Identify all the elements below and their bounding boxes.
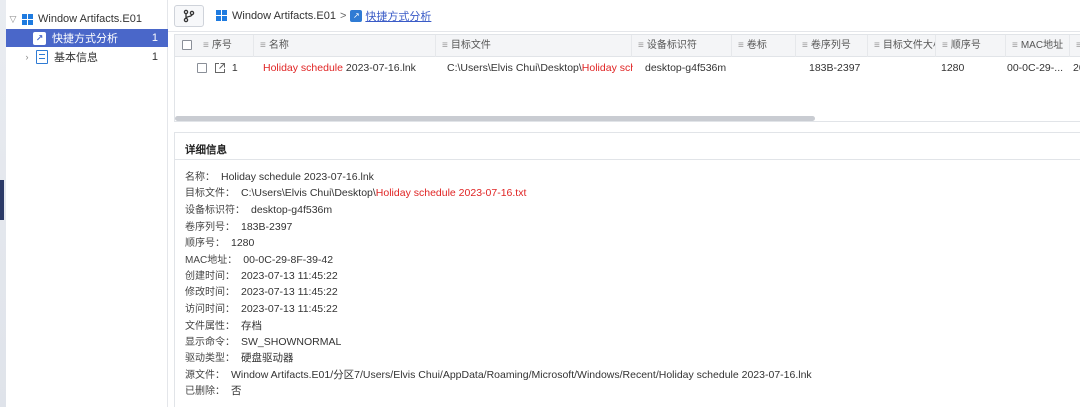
row-checkbox[interactable] (197, 63, 207, 74)
column-header-more[interactable]: ≡ (1069, 35, 1080, 57)
column-menu-icon: ≡ (942, 40, 948, 51)
column-header-volume-label[interactable]: ≡ 卷标 (731, 35, 795, 57)
cell-sequence: 1280 (941, 62, 965, 74)
column-header-volume-serial[interactable]: ≡ 卷序列号 (795, 35, 867, 57)
sidebar-tree: ▽ Window Artifacts.E01 ↗ 快捷方式分析 1 › 基本信息… (6, 0, 168, 407)
column-menu-icon: ≡ (1076, 40, 1080, 51)
detail-row: 驱动类型： 硬盘驱动器 (185, 352, 294, 364)
table-header: ≡序号 ≡名称 ≡目标文件 ≡设备标识符 ≡卷标 ≡卷序列号 ≡目标文件大小 ≡… (175, 35, 1080, 57)
detail-target: 目标文件： C:\Users\Elvis Chui\Desktop\Holiday… (185, 187, 527, 199)
column-menu-icon: ≡ (874, 40, 880, 51)
column-menu-icon: ≡ (638, 40, 644, 51)
branch-button[interactable] (174, 4, 204, 27)
left-edge-accent (0, 180, 4, 220)
details-divider (175, 159, 1080, 160)
open-link-icon[interactable] (214, 62, 226, 74)
windows-icon (22, 13, 33, 25)
tree-node-evidence[interactable]: ▽ Window Artifacts.E01 (6, 10, 168, 28)
detail-name: 名称： Holiday schedule 2023-07-16.lnk (185, 171, 374, 183)
column-header-index[interactable]: ≡ 序号 (197, 35, 253, 57)
column-header-name[interactable]: ≡ 名称 (253, 35, 435, 57)
tree-node-count: 1 (151, 32, 158, 44)
column-header-device[interactable]: ≡ 设备标识符 (631, 35, 731, 57)
column-menu-icon: ≡ (260, 40, 266, 51)
tree-node-count: 1 (151, 51, 158, 63)
column-header-target-size[interactable]: ≡目标文件大小 (867, 35, 935, 57)
windows-icon (216, 10, 227, 21)
details-panel: 详细信息 名称： Holiday schedule 2023-07-16.lnk … (174, 132, 1080, 407)
source-file-link[interactable]: Window Artifacts.E01/分区7/Users/Elvis Chu… (231, 369, 812, 381)
horizontal-scrollbar[interactable] (175, 116, 815, 121)
shortcut-icon: ↗ (350, 9, 363, 22)
tree-node-basic-info-label: 基本信息 (54, 52, 98, 64)
column-menu-icon: ≡ (738, 40, 744, 51)
column-header-sequence[interactable]: ≡ 顺序号 (935, 35, 1005, 57)
breadcrumb-root[interactable]: Window Artifacts.E01 (232, 10, 336, 22)
detail-row: 创建时间： 2023-07-13 11:45:22 (185, 270, 338, 282)
detail-row: MAC地址： 00-0C-29-8F-39-42 (185, 254, 334, 266)
column-menu-icon: ≡ (203, 40, 209, 51)
detail-row: 修改时间： 2023-07-13 11:45:22 (185, 286, 338, 298)
column-menu-icon: ≡ (442, 40, 448, 51)
details-title: 详细信息 (185, 144, 227, 156)
tree-node-shortcut-analysis-label: 快捷方式分析 (52, 33, 118, 45)
cell-extra: 20 (1073, 62, 1080, 74)
column-menu-icon: ≡ (1012, 40, 1018, 51)
breadcrumb-separator: > (339, 9, 347, 22)
detail-row: 访问时间： 2023-07-13 11:45:22 (185, 303, 338, 315)
select-all-checkbox-cell (175, 35, 197, 57)
detail-source: 源文件： Window Artifacts.E01/分区7/Users/Elvis… (185, 369, 812, 381)
tree-node-evidence-label: Window Artifacts.E01 (38, 13, 142, 25)
detail-deleted: 已删除：否 (185, 385, 242, 397)
document-icon (36, 50, 48, 64)
chevron-down-icon[interactable]: ▽ (6, 14, 20, 25)
cell-name: Holiday schedule 2023-07-16.lnk (263, 62, 416, 74)
cell-mac: 00-0C-29-... (1007, 62, 1064, 74)
toolbar: Window Artifacts.E01 > ↗ 快捷方式分析 (168, 0, 1080, 32)
chevron-right-icon[interactable]: › (20, 52, 34, 62)
cell-device: desktop-g4f536m (645, 62, 727, 74)
cell-target: C:\Users\Elvis Chui\Desktop\Holiday sche… (447, 62, 633, 74)
detail-row: 显示命令： SW_SHOWNORMAL (185, 336, 342, 348)
row-index: 1 (231, 62, 238, 74)
results-table: ≡序号 ≡名称 ≡目标文件 ≡设备标识符 ≡卷标 ≡卷序列号 ≡目标文件大小 ≡… (174, 34, 1080, 122)
detail-row: 卷序列号： 183B-2397 (185, 221, 293, 233)
table-row[interactable]: 1 Holiday schedule 2023-07-16.lnk C:\Use… (175, 58, 1080, 78)
column-header-target[interactable]: ≡ 目标文件 (435, 35, 631, 57)
column-header-mac[interactable]: ≡ MAC地址 (1005, 35, 1069, 57)
tree-node-basic-info[interactable]: › 基本信息 1 (6, 48, 168, 66)
detail-row: 顺序号： 1280 (185, 237, 255, 249)
breadcrumb: Window Artifacts.E01 > ↗ 快捷方式分析 (214, 8, 431, 24)
row-controls: 1 (197, 58, 253, 78)
detail-row: 设备标识符： desktop-g4f536m (185, 204, 333, 216)
column-menu-icon: ≡ (802, 40, 808, 51)
breadcrumb-current[interactable]: 快捷方式分析 (365, 8, 431, 24)
branch-icon (183, 9, 195, 22)
tree-node-shortcut-analysis[interactable]: ↗ 快捷方式分析 1 (6, 29, 168, 47)
cell-volume-serial: 183B-2397 (809, 62, 861, 74)
shortcut-icon: ↗ (33, 31, 46, 45)
select-all-checkbox[interactable] (182, 40, 192, 51)
detail-row: 文件属性： 存档 (185, 320, 262, 332)
